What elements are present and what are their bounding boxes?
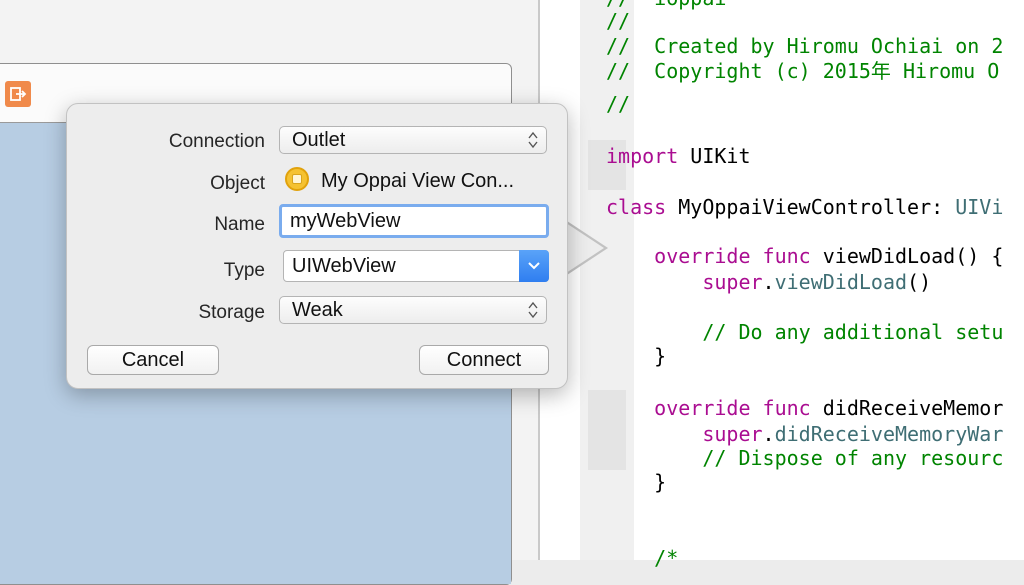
code-line[interactable]: // [606,92,630,116]
code-token-comment: /* [606,546,679,570]
code-token-plain: } [606,344,667,368]
type-value: UIWebView [292,255,396,277]
exit-arrow-icon [10,87,27,101]
code-line[interactable]: class MyOppaiViewController: UIVi [606,195,1003,219]
type-label: Type [223,260,265,281]
code-token-plain: viewDidLoad() { [810,244,1004,268]
storage-popup[interactable]: Weak [279,296,547,324]
view-controller-icon [285,167,309,191]
name-field[interactable] [279,204,549,238]
code-token-plain: MyOppaiViewController: [666,195,956,219]
storage-value: Weak [292,299,343,321]
storage-label: Storage [198,302,265,323]
code-token-comment: // [606,92,631,116]
exit-icon[interactable] [5,81,31,107]
chevron-down-icon [528,262,540,270]
cancel-button[interactable]: Cancel [87,345,219,375]
connection-value: Outlet [292,129,346,151]
code-token-keyword: class [606,195,667,219]
code-line[interactable]: // Dispose of any resourc [606,446,1003,470]
code-token-comment: // Do any additional setu [606,320,1004,344]
code-token-keyword: import [606,144,679,168]
object-value: My Oppai View Con... [321,170,515,192]
code-line[interactable]: override func viewDidLoad() { [606,244,1003,268]
code-token-plain: } [606,470,667,494]
code-line[interactable]: // Created by Hiromu Ochiai on 2 [606,34,1003,58]
code-line[interactable]: override func didReceiveMemor [606,396,1003,420]
code-token-type: didReceiveMemoryWar [774,422,1004,446]
code-token-type: UIVi [955,195,1004,219]
code-line[interactable]: super.viewDidLoad() [606,270,931,294]
code-token-keyword: super [606,422,763,446]
updown-chevron-icon [528,131,538,149]
code-token-type: viewDidLoad [774,270,908,294]
code-token-plain: . [762,270,775,294]
code-line[interactable]: // [606,9,630,33]
code-line[interactable]: } [606,470,666,494]
code-token-plain: didReceiveMemor [810,396,1004,420]
connection-label: Connection [168,131,265,152]
updown-chevron-icon [528,301,538,319]
popover-arrow-fill [563,221,604,275]
code-line[interactable]: import UIKit [606,144,751,168]
code-line[interactable]: // Copyright (c) 2015年 Hiromu O [606,59,999,83]
code-token-plain: () [907,270,932,294]
code-line[interactable]: } [606,344,666,368]
type-combo-box[interactable]: UIWebView [283,250,549,282]
code-token-plain: UIKit [678,144,751,168]
code-line[interactable]: // Do any additional setu [606,320,1003,344]
code-token-keyword: override func [606,244,811,268]
code-token-comment: // Copyright (c) 2015年 Hiromu O [606,59,1000,83]
connect-button[interactable]: Connect [419,345,549,375]
code-token-comment: // [606,9,631,33]
connection-popup[interactable]: Outlet [279,126,547,154]
name-label: Name [214,214,265,235]
code-token-keyword: super [606,270,763,294]
code-token-comment: // Created by Hiromu Ochiai on 2 [606,34,1004,58]
connection-popover: Connection Outlet Object My Oppai View C… [66,103,568,389]
code-token-comment: // Dispose of any resourc [606,446,1004,470]
code-line[interactable]: /* [606,546,678,570]
type-dropdown-button[interactable] [519,250,549,282]
code-token-keyword: override func [606,396,811,420]
code-token-plain: . [762,422,775,446]
object-label: Object [210,173,265,194]
code-line[interactable]: super.didReceiveMemoryWar [606,422,1003,446]
